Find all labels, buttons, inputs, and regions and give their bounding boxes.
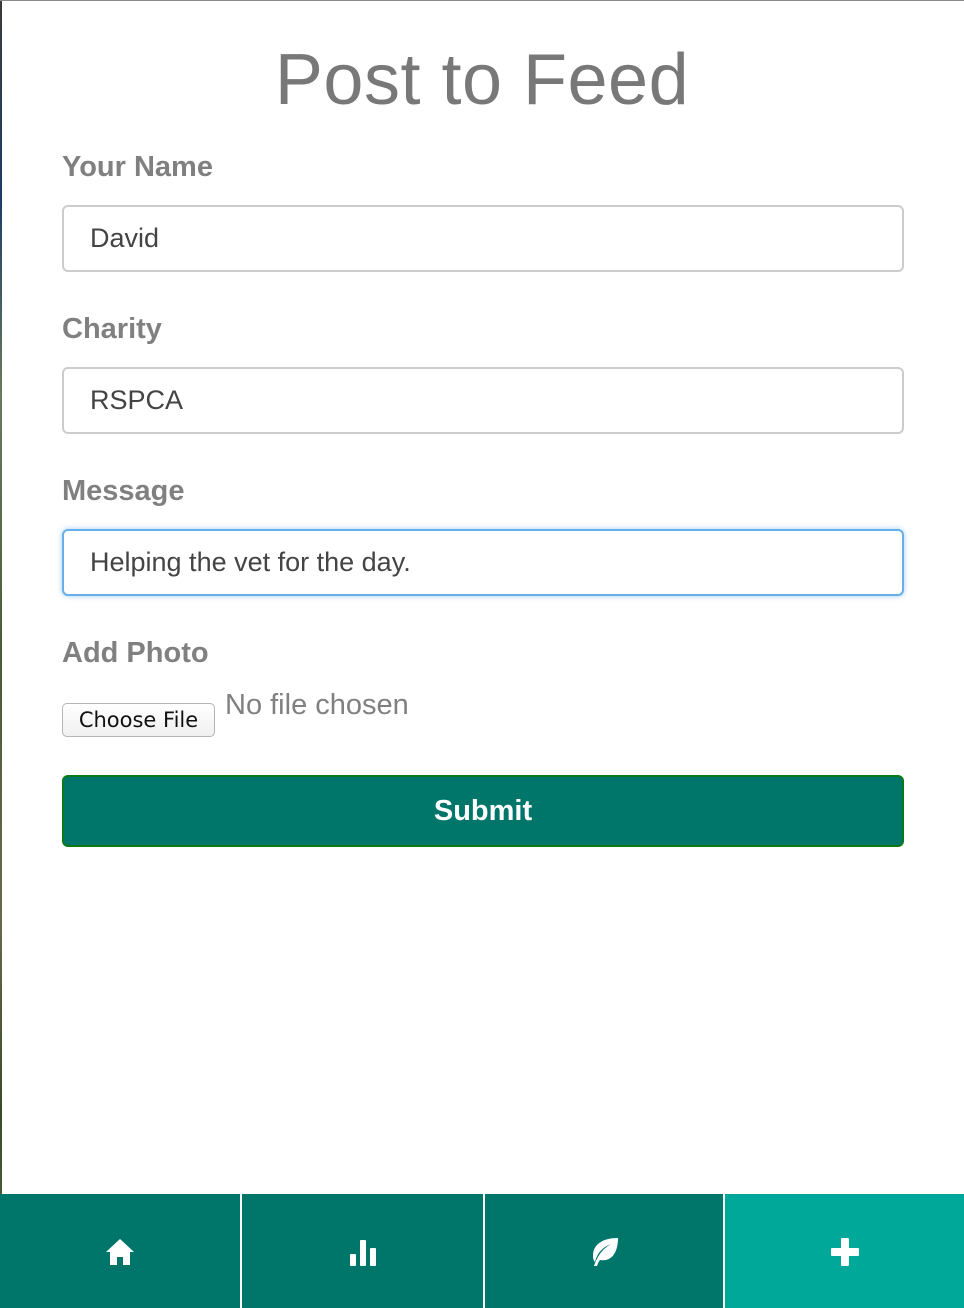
home-icon	[104, 1236, 136, 1268]
file-status-text: No file chosen	[225, 689, 409, 721]
tab-feed[interactable]	[485, 1194, 725, 1308]
page-title: Post to Feed	[274, 40, 690, 120]
leaf-icon	[587, 1236, 621, 1268]
name-input[interactable]	[62, 205, 904, 272]
post-to-feed-screen: Post to Feed Your Name Charity Message A…	[0, 0, 964, 1308]
charity-label: Charity	[62, 313, 162, 345]
choose-file-button[interactable]: Choose File	[62, 703, 215, 737]
submit-button[interactable]: Submit	[62, 775, 904, 847]
tab-home[interactable]	[0, 1194, 242, 1308]
bar-chart-icon	[347, 1236, 379, 1268]
name-label: Your Name	[62, 151, 213, 183]
bottom-tab-bar	[0, 1194, 964, 1308]
message-input[interactable]	[62, 529, 904, 596]
tab-stats[interactable]	[242, 1194, 485, 1308]
window-edge	[0, 1, 2, 1308]
add-photo-label: Add Photo	[62, 637, 209, 669]
plus-icon	[830, 1237, 860, 1267]
message-label: Message	[62, 475, 185, 507]
tab-add-post[interactable]	[725, 1194, 964, 1308]
charity-input[interactable]	[62, 367, 904, 434]
